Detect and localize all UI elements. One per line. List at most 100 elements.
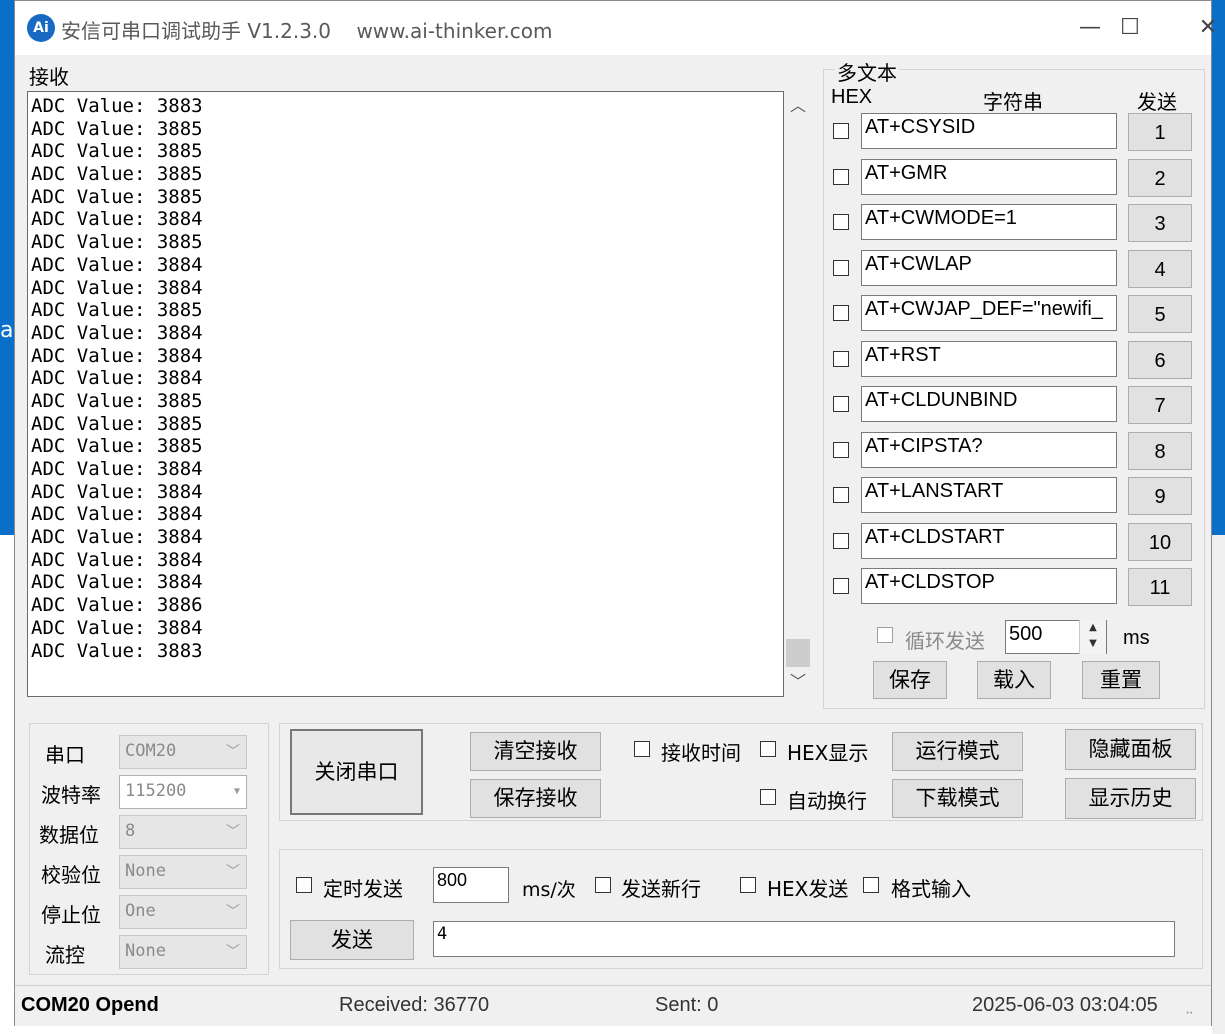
multitext-send-button[interactable]: 6 [1128,340,1192,379]
hex-display-checkbox[interactable] [760,741,776,757]
reset-multitext-button[interactable]: 重置 [1082,661,1160,699]
multitext-hex-checkbox[interactable] [833,350,849,367]
multitext-hex-checkbox[interactable] [833,578,849,594]
hide-panel-button[interactable]: 隐藏面板 [1065,729,1196,770]
multitext-string-input[interactable]: AT+CLDUNBIND [861,386,1117,422]
loop-unit-label: ms [1123,627,1150,649]
run-mode-button[interactable]: 运行模式 [892,732,1023,771]
multitext-string-input[interactable]: AT+CLDSTOP [861,568,1117,604]
multitext-string-input[interactable]: AT+CIPSTA? [861,431,1117,468]
receive-line: ADC Value: 3884 [31,458,203,480]
spin-down-icon[interactable]: ▼ [1080,636,1106,652]
save-receive-button[interactable]: 保存接收 [470,779,601,818]
receive-time-label: 接收时间 [661,741,741,765]
multitext-string-input[interactable]: AT+CLDSTART [861,522,1117,559]
multitext-string-input[interactable]: AT+CWJAP_DEF="newifi_ [861,295,1117,331]
receive-line: ADC Value: 3885 [31,299,203,322]
multitext-send-button[interactable]: 2 [1128,158,1192,197]
close-button[interactable]: ✕ [1169,1,1225,55]
scroll-thumb[interactable] [786,639,810,667]
multitext-string-input[interactable]: AT+CSYSID [861,113,1117,149]
timed-interval-input[interactable]: 800 [433,867,509,903]
port-select[interactable]: COM20 ﹀ [119,735,247,769]
desktop-background-right [1212,0,1225,535]
multitext-string-input[interactable]: AT+LANSTART [861,477,1117,513]
multitext-hex-checkbox[interactable] [833,487,849,503]
close-port-button[interactable]: 关闭串口 [290,729,423,815]
send-button[interactable]: 发送 [290,920,414,960]
timed-send-checkbox[interactable] [296,877,312,893]
scroll-up-icon[interactable]: ︿ [785,91,811,121]
multitext-hex-checkbox[interactable] [833,532,849,549]
status-bar: COM20 Opend Received: 36770 Sent: 0 2025… [15,985,1211,1026]
status-received: Received: 36770 [339,994,490,1016]
multitext-hex-checkbox[interactable] [833,168,849,185]
multitext-hex-checkbox[interactable] [833,259,849,276]
receive-time-checkbox[interactable] [634,741,650,757]
multitext-string-input[interactable]: AT+GMR [861,158,1117,195]
format-input-label: 格式输入 [891,877,971,901]
multitext-string-input[interactable]: AT+RST [861,340,1117,377]
serial-debug-window: Ai 安信可串口调试助手 V1.2.3.0 www.ai-thinker.com… [14,0,1217,1026]
multitext-hex-checkbox[interactable] [833,123,849,139]
receive-textarea[interactable]: ADC Value: 3883 ADC Value: 3885 ADC Value:… [27,91,784,697]
multitext-send-button[interactable]: 11 [1128,568,1192,606]
receive-line: ADC Value: 3884 [31,344,203,367]
multitext-string-input[interactable]: AT+CWLAP [861,249,1117,286]
multitext-send-button[interactable]: 5 [1128,295,1192,333]
multitext-send-button[interactable]: 3 [1128,204,1192,242]
multitext-hex-checkbox[interactable] [833,214,849,230]
multitext-hex-checkbox[interactable] [833,396,849,412]
resize-grip-icon[interactable]: ⣀ [1185,1000,1194,1014]
multitext-hex-checkbox[interactable] [833,441,849,458]
parity-select[interactable]: None ﹀ [119,855,247,889]
loop-interval-spinner[interactable]: ▲ ▼ [1079,620,1106,654]
loop-send-label: 循环发送 [905,629,985,653]
format-input-checkbox[interactable] [863,877,879,893]
flow-select[interactable]: None ﹀ [119,935,247,969]
receive-line: ADC Value: 3885 [31,231,203,254]
auto-newline-checkbox[interactable] [760,789,776,805]
loop-send-checkbox[interactable] [877,627,893,643]
receive-scrollbar[interactable]: ︿ ﹀ [785,91,811,697]
maximize-button[interactable]: ☐ [1091,1,1169,55]
multitext-send-button[interactable]: 10 [1128,522,1192,561]
stopbits-label: 停止位 [41,903,101,927]
chevron-down-icon: ﹀ [226,864,240,880]
receive-line: ADC Value: 3885 [31,163,203,186]
receive-line: ADC Value: 3885 [31,389,203,412]
multitext-send-button[interactable]: 4 [1128,249,1192,288]
show-history-button[interactable]: 显示历史 [1065,778,1196,819]
multitext-label: 多文本 [835,57,899,86]
download-mode-button[interactable]: 下载模式 [892,779,1023,818]
send-newline-checkbox[interactable] [595,877,611,893]
save-multitext-button[interactable]: 保存 [873,661,947,699]
send-text-input[interactable]: 4 [433,921,1175,957]
baud-select[interactable]: 115200 ▼ [119,775,247,809]
load-multitext-button[interactable]: 载入 [977,661,1051,699]
multitext-send-button[interactable]: 9 [1128,477,1192,515]
spin-up-icon[interactable]: ▲ [1080,620,1106,636]
receive-line: ADC Value: 3885 [31,140,203,163]
multitext-send-button[interactable]: 1 [1128,113,1192,151]
multitext-string-input[interactable]: AT+CWMODE=1 [861,204,1117,240]
multitext-send-button[interactable]: 7 [1128,386,1192,424]
multitext-hex-checkbox[interactable] [833,305,849,321]
auto-newline-label: 自动换行 [787,789,867,813]
chevron-down-icon: ﹀ [226,824,240,840]
stopbits-select[interactable]: One ﹀ [119,895,247,929]
multitext-send-button[interactable]: 8 [1128,431,1192,470]
receive-line: ADC Value: 3884 [31,548,203,571]
chevron-down-icon: ﹀ [226,944,240,960]
send-column-header: 发送 [1137,90,1177,114]
port-label: 串口 [45,743,85,767]
receive-line: ADC Value: 3884 [31,526,203,549]
chevron-down-icon: ﹀ [226,904,240,920]
receive-line: ADC Value: 3883 [31,95,203,117]
title-bar: Ai 安信可串口调试助手 V1.2.3.0 www.ai-thinker.com… [15,1,1217,55]
scroll-down-icon[interactable]: ﹀ [785,667,811,697]
receive-line: ADC Value: 3885 [31,185,203,208]
databits-select[interactable]: 8 ﹀ [119,815,247,849]
hex-send-checkbox[interactable] [740,877,756,893]
clear-receive-button[interactable]: 清空接收 [470,732,601,771]
